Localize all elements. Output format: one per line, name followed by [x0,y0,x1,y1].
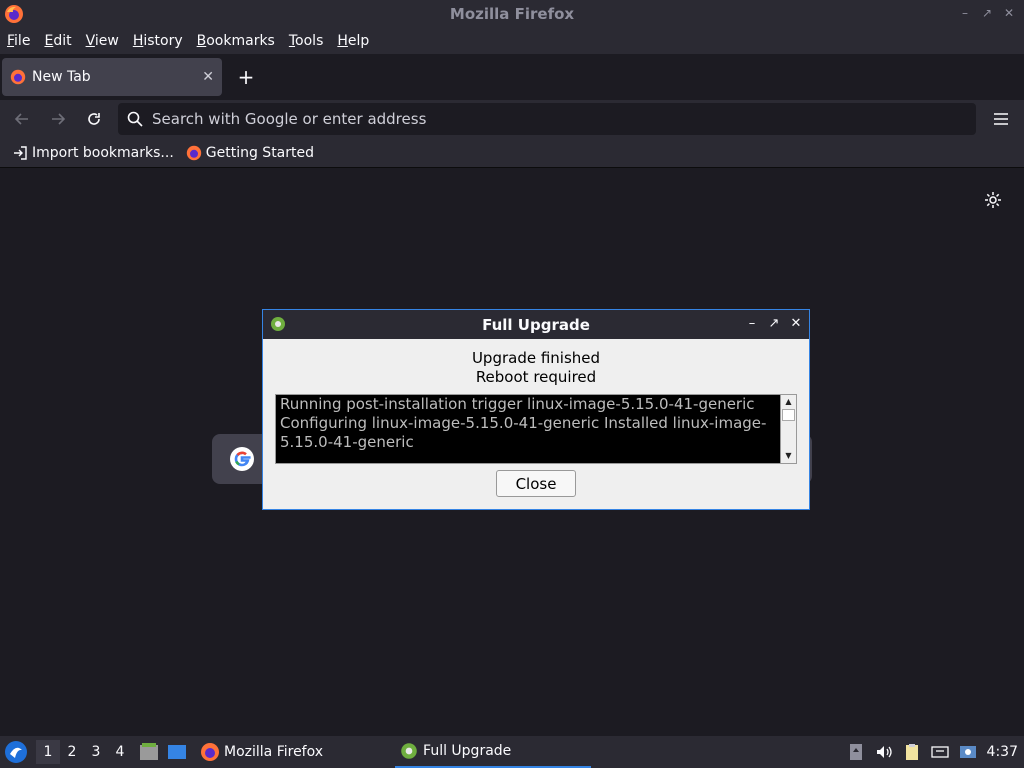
bookmarks-toolbar: Import bookmarks... Getting Started [0,138,1024,168]
menu-help[interactable]: Help [337,33,369,49]
menu-edit[interactable]: Edit [44,33,71,49]
minimize-icon[interactable]: – [958,6,972,20]
upgrade-log-text: Running post-installation trigger linux-… [280,395,767,451]
close-icon[interactable]: ✕ [1002,6,1016,20]
workspace-4[interactable]: 4 [108,740,132,764]
dialog-message-reboot: Reboot required [475,368,597,386]
tab-close-icon[interactable]: ✕ [202,69,214,85]
notification-icon[interactable] [959,743,977,761]
task-label: Mozilla Firefox [224,744,324,760]
search-icon [127,111,143,127]
show-desktop-icon[interactable] [166,741,188,763]
workspace-2[interactable]: 2 [60,740,84,764]
scroll-down-icon[interactable]: ▼ [781,449,796,463]
close-icon[interactable]: ✕ [789,317,803,331]
bookmark-label: Import bookmarks... [32,144,174,161]
reload-icon [88,113,100,125]
firefox-icon [186,145,201,160]
firefox-icon [201,743,219,761]
address-bar[interactable] [118,103,976,135]
task-label: Full Upgrade [423,743,512,759]
full-upgrade-dialog: Full Upgrade – ↗ ✕ Upgrade finished Rebo… [262,309,810,510]
menu-tools[interactable]: Tools [289,33,324,49]
tab-title: New Tab [32,69,91,85]
scroll-thumb[interactable] [782,409,795,421]
gear-icon [401,743,417,759]
gear-icon [271,317,285,331]
window-title: Mozilla Firefox [449,5,575,23]
window-titlebar: Mozilla Firefox – ↗ ✕ [0,0,1024,28]
tab-strip: New Tab ✕ + [0,54,1024,100]
import-icon [14,145,27,160]
scroll-up-icon[interactable]: ▲ [781,395,796,409]
taskbar: 1 2 3 4 Mozilla Firefox Full Upgrade 4:3… [0,736,1024,768]
menu-bar: File Edit View History Bookmarks Tools H… [0,28,1024,54]
tab-new-tab[interactable]: New Tab ✕ [2,58,222,96]
updates-icon[interactable] [847,743,865,761]
forward-button[interactable] [44,105,72,133]
system-tray: 4:37 [847,736,1024,768]
forward-arrow-icon [52,113,66,125]
back-arrow-icon [14,113,28,125]
task-full-upgrade[interactable]: Full Upgrade [395,736,592,768]
bookmark-label: Getting Started [205,144,315,161]
start-menu-icon[interactable] [4,740,28,764]
clock[interactable]: 4:37 [987,744,1018,760]
menu-file[interactable]: File [7,33,30,49]
minimize-icon[interactable]: – [745,317,759,331]
firefox-icon [10,69,26,85]
clipboard-icon[interactable] [903,743,921,761]
task-firefox[interactable]: Mozilla Firefox [196,736,327,768]
file-manager-icon[interactable] [138,741,160,763]
address-input[interactable] [152,110,952,128]
dialog-message-status: Upgrade finished [471,349,601,367]
reload-button[interactable] [80,105,108,133]
dialog-titlebar: Full Upgrade – ↗ ✕ [263,310,809,339]
dialog-window-controls: – ↗ ✕ [745,317,803,331]
close-button[interactable]: Close [496,470,576,497]
menu-view[interactable]: View [86,33,119,49]
menu-bookmarks[interactable]: Bookmarks [197,33,275,49]
dialog-title: Full Upgrade [482,315,590,334]
back-button[interactable] [8,105,36,133]
workspace-3[interactable]: 3 [84,740,108,764]
menu-history[interactable]: History [133,33,183,49]
network-icon[interactable] [930,743,949,761]
volume-icon[interactable] [875,743,893,761]
hamburger-menu-icon[interactable] [992,110,1010,128]
workspace-1[interactable]: 1 [36,740,60,764]
nav-toolbar [0,100,1024,138]
log-scrollbar[interactable]: ▲ ▼ [780,395,796,463]
maximize-icon[interactable]: ↗ [767,317,781,331]
bookmark-getting-started[interactable]: Getting Started [186,145,314,161]
google-icon [230,447,254,471]
upgrade-log[interactable]: Running post-installation trigger linux-… [275,394,797,464]
gear-icon[interactable] [984,191,1002,209]
new-tab-button[interactable]: + [236,65,256,89]
bookmark-import[interactable]: Import bookmarks... [12,145,174,161]
window-controls: – ↗ ✕ [958,6,1016,20]
firefox-icon [5,5,23,23]
maximize-icon[interactable]: ↗ [980,6,994,20]
